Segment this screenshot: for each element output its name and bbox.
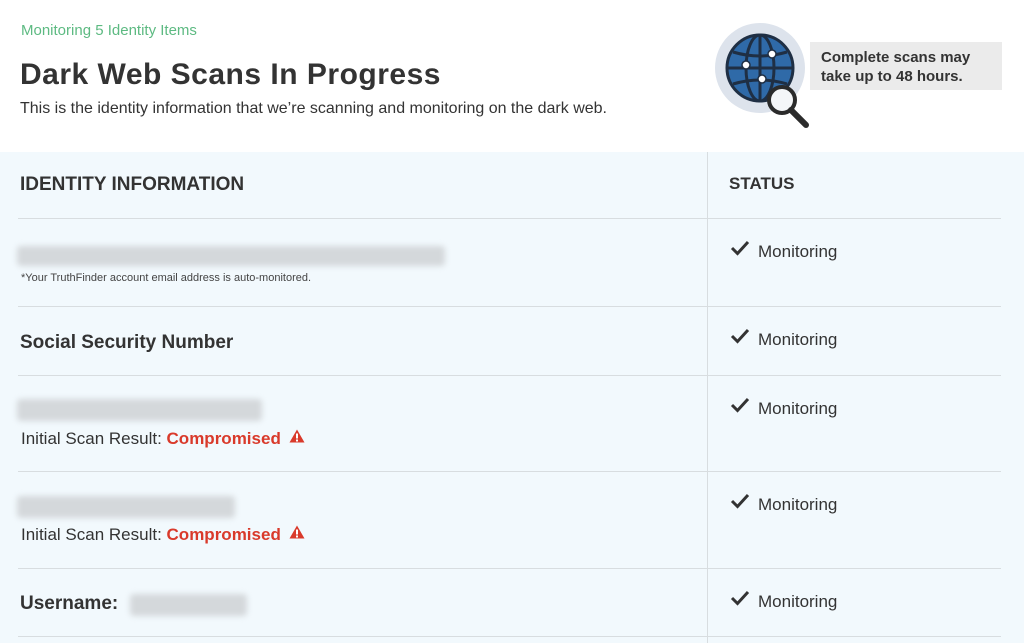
- status-label: Monitoring: [758, 592, 838, 611]
- identity-table: IDENTITY INFORMATION STATUS *Your TruthF…: [0, 152, 1024, 643]
- checkmark-icon: [730, 493, 750, 514]
- checkmark-icon: [730, 328, 750, 349]
- scan-result-compromised: Compromised: [166, 429, 281, 448]
- status-monitoring: Monitoring: [730, 493, 838, 516]
- page-subtitle: This is the identity information that we…: [20, 100, 607, 117]
- email-auto-monitor-note: *Your TruthFinder account email address …: [21, 272, 312, 284]
- column-divider: [707, 152, 708, 643]
- ssn-label: Social Security Number: [20, 332, 234, 353]
- status-column-header: STATUS: [729, 174, 795, 193]
- scan-result-compromised: Compromised: [166, 525, 281, 544]
- scan-result-prefix: Initial Scan Result:: [21, 525, 162, 544]
- divider: [18, 375, 1001, 376]
- warning-icon: [289, 428, 305, 448]
- warning-icon: [289, 524, 305, 544]
- divider: [18, 636, 1001, 637]
- status-label: Monitoring: [758, 242, 838, 261]
- monitoring-count: Monitoring 5 Identity Items: [21, 22, 197, 39]
- scan-result-line: Initial Scan Result: Compromised: [21, 429, 305, 450]
- globe-magnifier-icon: [714, 22, 814, 130]
- status-monitoring: Monitoring: [730, 240, 838, 263]
- scan-note-line-1: Complete scans may: [821, 49, 971, 66]
- scan-result-prefix: Initial Scan Result:: [21, 429, 162, 448]
- status-monitoring: Monitoring: [730, 397, 838, 420]
- identity-column-header: IDENTITY INFORMATION: [20, 174, 245, 195]
- redacted-identity-value: [17, 496, 235, 518]
- status-label: Monitoring: [758, 495, 838, 514]
- scan-result-line: Initial Scan Result: Compromised: [21, 525, 305, 546]
- redacted-email: [17, 246, 445, 266]
- redacted-username: [130, 594, 247, 616]
- checkmark-icon: [730, 397, 750, 418]
- scan-duration-note: Complete scans may take up to 48 hours.: [810, 42, 1002, 90]
- status-label: Monitoring: [758, 330, 838, 349]
- status-monitoring: Monitoring: [730, 328, 838, 351]
- page-title: Dark Web Scans In Progress: [20, 58, 441, 91]
- page-header: Monitoring 5 Identity Items Dark Web Sca…: [0, 0, 1024, 152]
- status-label: Monitoring: [758, 399, 838, 418]
- divider: [18, 471, 1001, 472]
- divider: [18, 306, 1001, 307]
- username-label: Username:: [20, 593, 119, 614]
- checkmark-icon: [730, 590, 750, 611]
- status-monitoring: Monitoring: [730, 590, 838, 613]
- divider: [18, 218, 1001, 219]
- redacted-identity-value: [17, 399, 262, 421]
- scan-note-line-2: take up to 48 hours.: [821, 68, 963, 85]
- divider: [18, 568, 1001, 569]
- checkmark-icon: [730, 240, 750, 261]
